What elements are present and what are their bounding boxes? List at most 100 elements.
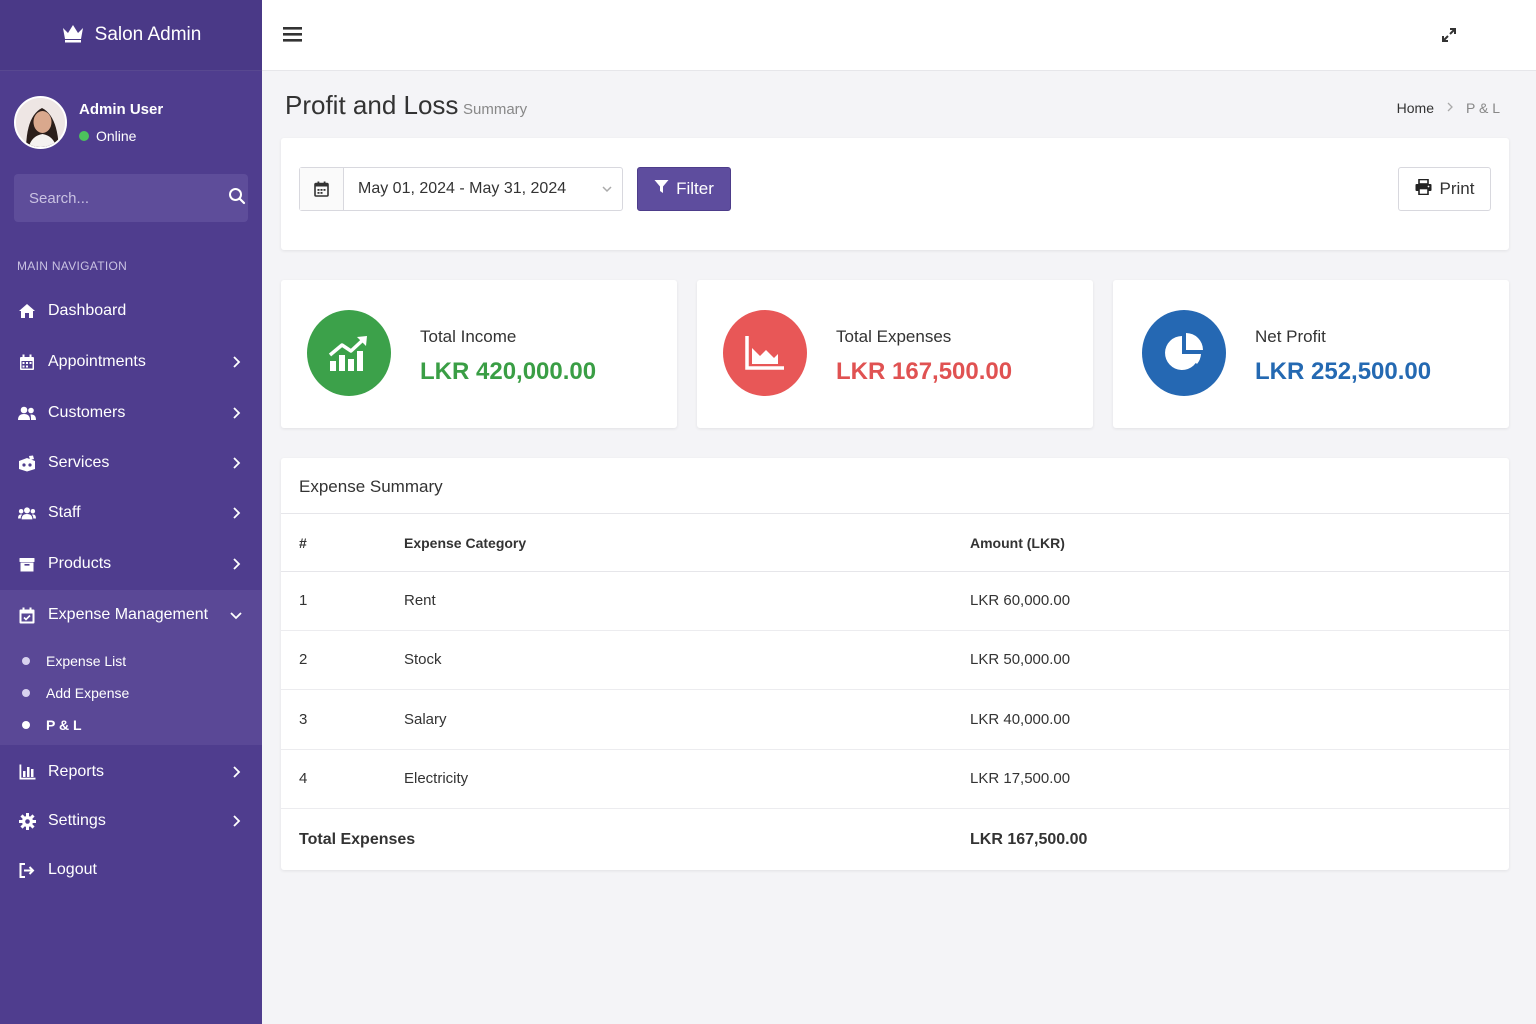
stat-value: LKR 252,500.00 bbox=[1255, 358, 1432, 385]
filter-button[interactable]: Filter bbox=[637, 167, 731, 211]
breadcrumb-home-link[interactable]: Home bbox=[1397, 100, 1434, 116]
user-status-text: Online bbox=[96, 128, 137, 144]
search-input[interactable] bbox=[29, 189, 228, 207]
page-title: Profit and Loss bbox=[285, 90, 459, 120]
column-header: Expense Category bbox=[404, 535, 527, 551]
stat-label: Net Profit bbox=[1255, 327, 1326, 346]
table-row: 2 Stock LKR 50,000.00 bbox=[281, 631, 1509, 690]
user-panel: Admin User Online bbox=[14, 96, 163, 149]
sidebar-item-expense-management[interactable]: Expense Management bbox=[0, 593, 262, 637]
sidebar-item-customers[interactable]: Customers bbox=[0, 391, 262, 435]
cell-number: 1 bbox=[299, 592, 308, 609]
submenu-item-label: Add Expense bbox=[46, 685, 130, 701]
cell-category: Electricity bbox=[404, 770, 469, 787]
cell-number: 2 bbox=[299, 651, 308, 668]
stat-value: LKR 167,500.00 bbox=[836, 358, 1013, 385]
user-name: Admin User bbox=[79, 101, 164, 118]
calendar-icon bbox=[18, 353, 36, 371]
breadcrumb-current: P & L bbox=[1466, 100, 1500, 116]
chevron-right-icon bbox=[228, 556, 244, 572]
printer-icon bbox=[1415, 178, 1432, 200]
gear-icon bbox=[18, 812, 36, 830]
table-header-row: # Expense Category Amount (LKR) bbox=[281, 513, 1509, 572]
sidebar-item-dashboard[interactable]: Dashboard bbox=[0, 289, 262, 333]
stat-label: Total Income bbox=[420, 327, 517, 346]
date-range-picker[interactable]: May 01, 2024 - May 31, 2024 bbox=[299, 167, 623, 211]
filter-button-label: Filter bbox=[676, 179, 714, 198]
search-icon[interactable] bbox=[228, 187, 246, 210]
submenu-item-expense-list[interactable]: Expense List bbox=[22, 653, 126, 669]
wallet-icon bbox=[18, 606, 36, 624]
table-row: 4 Electricity LKR 17,500.00 bbox=[281, 750, 1509, 809]
home-icon bbox=[18, 302, 36, 320]
sidebar: Salon Admin Admin User Online MAIN NAVIG… bbox=[0, 0, 262, 1024]
sidebar-item-label: Reports bbox=[48, 763, 105, 780]
sidebar-search bbox=[14, 174, 248, 222]
column-header: Amount (LKR) bbox=[970, 535, 1065, 551]
bullet-icon bbox=[22, 657, 30, 665]
sidebar-item-settings[interactable]: Settings bbox=[0, 799, 262, 843]
submenu-item-label: Expense List bbox=[46, 653, 127, 669]
sidebar-item-label: Staff bbox=[48, 504, 81, 521]
sign-out-icon bbox=[18, 861, 36, 879]
chevron-right-icon bbox=[228, 505, 244, 521]
cell-category: Rent bbox=[404, 592, 436, 609]
sidebar-item-label: Logout bbox=[48, 861, 97, 878]
sidebar-item-label: Products bbox=[48, 555, 112, 572]
submenu-item-pnl[interactable]: P & L bbox=[22, 717, 82, 733]
filter-card: May 01, 2024 - May 31, 2024 Filter Print bbox=[281, 138, 1509, 250]
cell-category: Stock bbox=[404, 651, 442, 668]
chevron-right-icon bbox=[228, 354, 244, 370]
total-value: LKR 167,500.00 bbox=[970, 831, 1088, 848]
breadcrumb: Home P & L bbox=[1397, 100, 1500, 116]
sidebar-item-staff[interactable]: Staff bbox=[0, 491, 262, 535]
services-icon bbox=[18, 454, 36, 472]
bullet-icon bbox=[22, 689, 30, 697]
table-row: 3 Salary LKR 40,000.00 bbox=[281, 691, 1509, 750]
bar-chart-icon bbox=[18, 763, 36, 781]
bullet-icon bbox=[22, 721, 30, 729]
print-button[interactable]: Print bbox=[1398, 167, 1491, 211]
calendar-icon bbox=[300, 168, 344, 210]
chevron-right-icon bbox=[228, 764, 244, 780]
hamburger-menu-icon[interactable] bbox=[282, 24, 304, 46]
sidebar-item-label: Settings bbox=[48, 812, 106, 829]
brand[interactable]: Salon Admin bbox=[0, 0, 262, 71]
chevron-down-icon bbox=[592, 185, 622, 193]
sidebar-item-services[interactable]: Services bbox=[0, 441, 262, 485]
user-status: Online bbox=[79, 128, 163, 144]
expense-submenu: Expense Management Expense List Add Expe… bbox=[0, 590, 262, 745]
area-chart-icon bbox=[723, 310, 807, 396]
chevron-right-icon bbox=[228, 405, 244, 421]
cell-amount: LKR 40,000.00 bbox=[970, 711, 1071, 728]
breadcrumb-separator-icon bbox=[1446, 101, 1454, 115]
table-title: Expense Summary bbox=[299, 477, 443, 496]
chevron-down-icon bbox=[228, 607, 244, 623]
print-button-label: Print bbox=[1439, 179, 1475, 198]
sidebar-item-label: Expense Management bbox=[48, 606, 209, 623]
cell-amount: LKR 50,000.00 bbox=[970, 651, 1071, 668]
box-icon bbox=[18, 555, 36, 573]
sidebar-item-products[interactable]: Products bbox=[0, 542, 262, 586]
column-header: # bbox=[299, 535, 307, 551]
sidebar-item-label: Appointments bbox=[48, 353, 146, 370]
fullscreen-expand-icon[interactable] bbox=[1440, 26, 1458, 44]
cell-amount: LKR 60,000.00 bbox=[970, 592, 1071, 609]
stat-card-net-profit: Net Profit LKR 252,500.00 bbox=[1113, 280, 1509, 428]
stat-label: Total Expenses bbox=[836, 327, 952, 346]
stat-card-total-expenses: Total Expenses LKR 167,500.00 bbox=[697, 280, 1093, 428]
top-bar bbox=[262, 0, 1536, 71]
sidebar-item-appointments[interactable]: Appointments bbox=[0, 340, 262, 384]
cell-amount: LKR 17,500.00 bbox=[970, 770, 1071, 787]
total-label: Total Expenses bbox=[299, 831, 416, 848]
trending-up-chart-icon bbox=[307, 310, 391, 396]
date-range-value: May 01, 2024 - May 31, 2024 bbox=[358, 180, 567, 197]
users-icon bbox=[18, 404, 36, 422]
submenu-item-add-expense[interactable]: Add Expense bbox=[22, 685, 129, 701]
table-total-row: Total Expenses LKR 167,500.00 bbox=[281, 810, 1509, 870]
sidebar-item-logout[interactable]: Logout bbox=[0, 848, 262, 892]
chevron-right-icon bbox=[228, 813, 244, 829]
sidebar-item-label: Dashboard bbox=[48, 302, 127, 319]
table-row: 1 Rent LKR 60,000.00 bbox=[281, 572, 1509, 631]
sidebar-item-reports[interactable]: Reports bbox=[0, 750, 262, 794]
